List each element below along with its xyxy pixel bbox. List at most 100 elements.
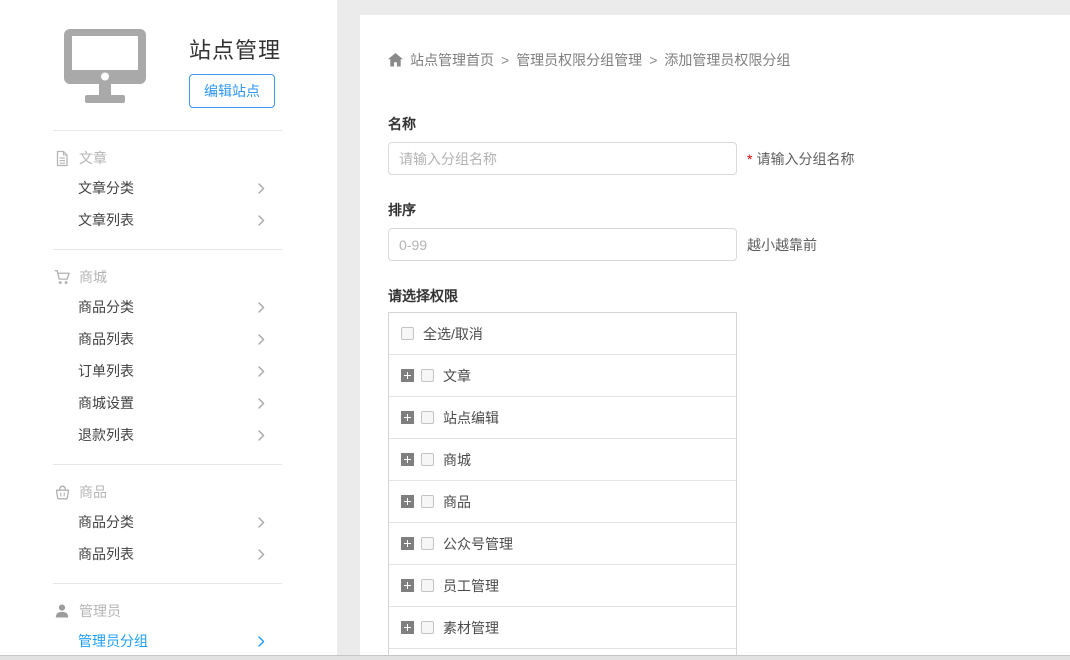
sidebar-divider: [53, 583, 282, 584]
sidebar-item-label: 文章列表: [78, 210, 134, 230]
permission-row-select-all: 全选/取消: [389, 313, 736, 355]
horizontal-scrollbar[interactable]: [0, 655, 1070, 660]
sort-order-input[interactable]: [388, 228, 737, 261]
permission-checkbox[interactable]: [421, 369, 434, 382]
sidebar-section-header: 管理员: [0, 597, 337, 625]
breadcrumb-link[interactable]: 站点管理首页: [410, 50, 494, 70]
permission-label: 素材管理: [443, 618, 499, 638]
permission-checkbox[interactable]: [421, 621, 434, 634]
name-hint-text: 请输入分组名称: [756, 151, 854, 167]
breadcrumb-separator: >: [649, 52, 657, 68]
sidebar-item-label: 订单列表: [78, 361, 134, 381]
expand-plus-icon[interactable]: [401, 537, 414, 550]
expand-plus-icon[interactable]: [401, 369, 414, 382]
permission-row-group: 商城: [389, 439, 736, 481]
permission-row-group: 文章: [389, 355, 736, 397]
permission-row-group: 商品: [389, 481, 736, 523]
sidebar-item[interactable]: 商品分类: [0, 291, 337, 323]
sidebar-item[interactable]: 退款列表: [0, 419, 337, 451]
monitor-icon: [64, 29, 146, 108]
home-icon: [388, 53, 403, 67]
permissions-label: 请选择权限: [388, 286, 1070, 306]
sort-label: 排序: [388, 200, 1070, 220]
chevron-right-icon: [258, 183, 265, 194]
required-asterisk: *: [747, 151, 752, 167]
sidebar-section: 商城商品分类商品列表订单列表商城设置退款列表: [0, 263, 337, 464]
sidebar-section-header: 商品: [0, 478, 337, 506]
sidebar-divider: [53, 464, 282, 465]
sidebar-item[interactable]: 商品列表: [0, 323, 337, 355]
permission-checkbox[interactable]: [421, 495, 434, 508]
sidebar-item[interactable]: 文章分类: [0, 172, 337, 204]
permission-label: 员工管理: [443, 576, 499, 596]
sidebar-section-label: 商城: [79, 267, 107, 287]
group-name-input[interactable]: [388, 142, 737, 175]
permission-label: 站点编辑: [443, 408, 499, 428]
sidebar-item[interactable]: 商品列表: [0, 538, 337, 570]
basket-icon: [54, 484, 71, 501]
permission-checkbox[interactable]: [421, 579, 434, 592]
chevron-right-icon: [258, 215, 265, 226]
sidebar: 站点管理 编辑站点 文章文章分类文章列表商城商品分类商品列表订单列表商城设置退款…: [0, 0, 337, 660]
permission-row-group: 员工管理: [389, 565, 736, 607]
expand-plus-icon[interactable]: [401, 495, 414, 508]
sidebar-section: 商品商品分类商品列表: [0, 478, 337, 583]
chevron-right-icon: [258, 636, 265, 647]
sidebar-item[interactable]: 文章列表: [0, 204, 337, 236]
sidebar-section: 管理员管理员分组: [0, 597, 337, 660]
permissions-list: 全选/取消文章站点编辑商城商品公众号管理员工管理素材管理小程序管理: [388, 312, 737, 660]
permission-label: 公众号管理: [443, 534, 513, 554]
sidebar-section-header: 文章: [0, 144, 337, 172]
sidebar-item-label: 商品列表: [78, 329, 134, 349]
sidebar-item[interactable]: 订单列表: [0, 355, 337, 387]
chevron-right-icon: [258, 366, 265, 377]
permission-row-group: 素材管理: [389, 607, 736, 649]
expand-plus-icon[interactable]: [401, 621, 414, 634]
sidebar-section-header: 商城: [0, 263, 337, 291]
main-content: 站点管理首页>管理员权限分组管理>添加管理员权限分组 名称 *请输入分组名称 排…: [360, 15, 1070, 660]
sidebar-divider: [53, 130, 282, 131]
permission-checkbox[interactable]: [401, 327, 414, 340]
chevron-right-icon: [258, 430, 265, 441]
sidebar-item-label: 商品列表: [78, 544, 134, 564]
chevron-right-icon: [258, 398, 265, 409]
file-text-icon: [54, 150, 71, 167]
expand-plus-icon[interactable]: [401, 579, 414, 592]
sort-hint: 越小越靠前: [747, 235, 817, 255]
sidebar-section: 文章文章分类文章列表: [0, 144, 337, 249]
chevron-right-icon: [258, 334, 265, 345]
sidebar-item-label: 商品分类: [78, 512, 134, 532]
edit-site-button[interactable]: 编辑站点: [189, 74, 275, 108]
sidebar-section-label: 文章: [79, 148, 107, 168]
expand-plus-icon[interactable]: [401, 411, 414, 424]
add-group-form: 名称 *请输入分组名称 排序 越小越靠前 请选择权限 全选/取消文章站点编辑商城…: [388, 114, 1070, 660]
user-icon: [54, 603, 71, 619]
breadcrumb-current: 添加管理员权限分组: [664, 50, 790, 70]
permission-checkbox[interactable]: [421, 453, 434, 466]
breadcrumb-link[interactable]: 管理员权限分组管理: [516, 50, 642, 70]
chevron-right-icon: [258, 517, 265, 528]
permission-row-group: 站点编辑: [389, 397, 736, 439]
permission-label: 全选/取消: [423, 324, 483, 344]
permission-checkbox[interactable]: [421, 537, 434, 550]
permission-label: 商城: [443, 450, 471, 470]
permission-checkbox[interactable]: [421, 411, 434, 424]
sidebar-item-label: 管理员分组: [78, 631, 148, 651]
site-title: 站点管理: [189, 33, 281, 65]
sidebar-divider: [53, 249, 282, 250]
sidebar-item-label: 商城设置: [78, 393, 134, 413]
sidebar-item[interactable]: 商城设置: [0, 387, 337, 419]
sidebar-section-label: 管理员: [79, 601, 121, 621]
permission-label: 商品: [443, 492, 471, 512]
permission-label: 文章: [443, 366, 471, 386]
site-profile: 站点管理 编辑站点: [0, 0, 337, 130]
sidebar-item-label: 文章分类: [78, 178, 134, 198]
breadcrumb-separator: >: [501, 52, 509, 68]
sidebar-nav: 文章文章分类文章列表商城商品分类商品列表订单列表商城设置退款列表商品商品分类商品…: [0, 130, 337, 660]
sidebar-item[interactable]: 商品分类: [0, 506, 337, 538]
sidebar-item[interactable]: 管理员分组: [0, 625, 337, 657]
sidebar-item-label: 退款列表: [78, 425, 134, 445]
cart-icon: [54, 269, 71, 286]
chevron-right-icon: [258, 549, 265, 560]
expand-plus-icon[interactable]: [401, 453, 414, 466]
